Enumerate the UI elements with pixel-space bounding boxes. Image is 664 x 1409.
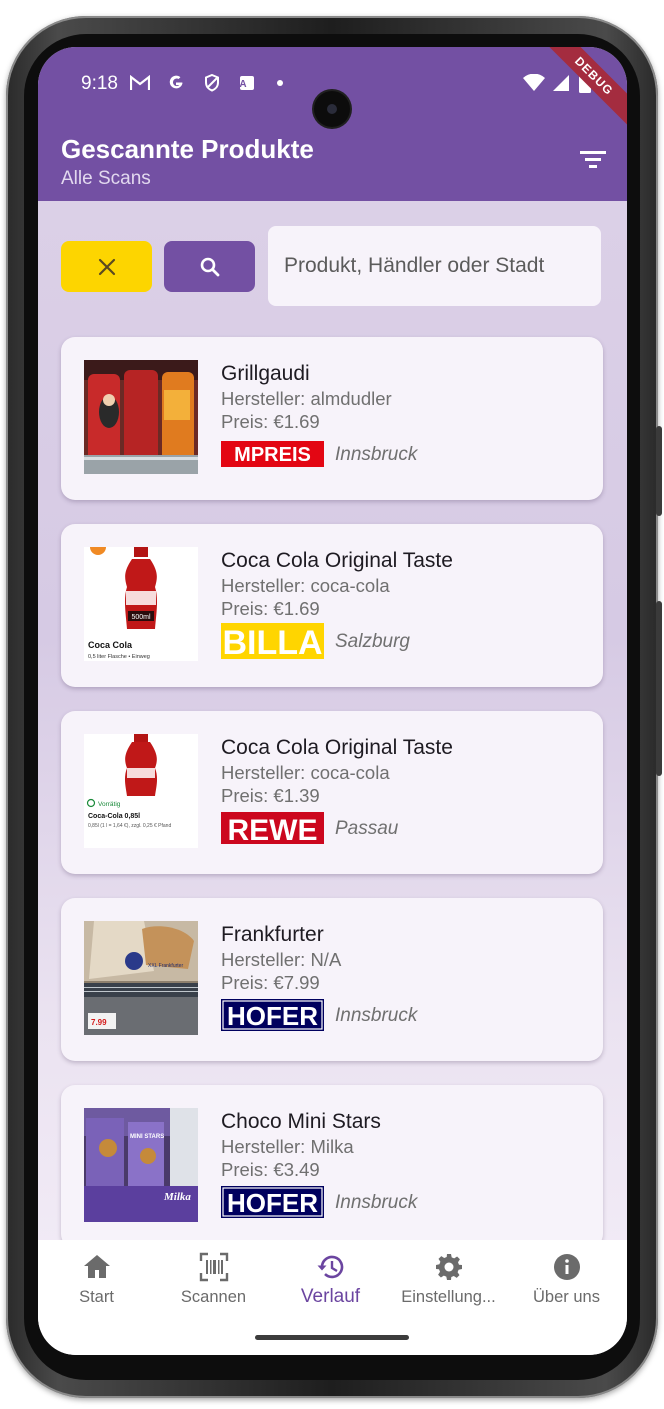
product-price: Preis: €1.39 xyxy=(221,785,320,806)
product-list: Grillgaudi Hersteller: almdudler Preis: … xyxy=(61,337,603,1272)
status-time: 9:18 xyxy=(81,73,118,94)
svg-text:HOFER: HOFER xyxy=(227,1001,318,1031)
front-camera xyxy=(314,91,350,127)
product-name: Coca Cola Original Taste xyxy=(221,736,453,759)
product-city: Innsbruck xyxy=(335,1005,418,1026)
svg-text:Vorrätig: Vorrätig xyxy=(98,801,121,808)
home-gesture-bar[interactable] xyxy=(255,1335,409,1340)
barcode-scan-icon xyxy=(199,1252,228,1282)
history-icon xyxy=(317,1255,343,1279)
shield-icon xyxy=(205,73,220,92)
svg-text:7.99: 7.99 xyxy=(91,1018,107,1027)
page-title: Gescannte Produkte xyxy=(61,134,314,164)
app-screen: 9:18 A DEBUG Gescannte Produkte Alle Sca… xyxy=(38,47,627,1355)
svg-text:MPREIS: MPREIS xyxy=(234,444,311,466)
signal-icon xyxy=(552,75,569,91)
status-bar: 9:18 A xyxy=(38,71,627,127)
nav-label: Verlauf xyxy=(300,1286,361,1307)
nav-einstellungen[interactable]: Einstellung... xyxy=(390,1252,507,1307)
nav-start[interactable]: Start xyxy=(38,1252,155,1307)
svg-text:BILLA: BILLA xyxy=(222,624,322,659)
billa-logo: BILLA xyxy=(221,623,324,659)
product-price: Preis: €3.49 xyxy=(221,1159,320,1180)
close-icon xyxy=(98,258,115,275)
google-icon xyxy=(169,75,183,89)
svg-text:Milka: Milka xyxy=(163,1191,191,1203)
info-icon xyxy=(553,1254,580,1280)
product-image: 500ml Coca Cola 0,5 liter Flasche • Einw… xyxy=(84,547,198,661)
product-image xyxy=(84,360,198,474)
app-bar: 9:18 A DEBUG Gescannte Produkte Alle Sca… xyxy=(38,47,627,201)
rewe-logo: REWE xyxy=(221,812,324,844)
svg-text:0,5 liter Flasche • Einweg: 0,5 liter Flasche • Einweg xyxy=(88,654,150,660)
mpreis-logo: MPREIS xyxy=(221,441,324,467)
product-city: Salzburg xyxy=(335,631,410,652)
product-name: Choco Mini Stars xyxy=(221,1110,381,1133)
product-price: Preis: €1.69 xyxy=(221,411,320,432)
nav-ueber-uns[interactable]: Über uns xyxy=(508,1252,625,1307)
bottom-navigation: Start Scannen Verlauf Einstellung... Übe… xyxy=(38,1240,627,1355)
svg-text:HOFER: HOFER xyxy=(227,1188,318,1218)
product-price: Preis: €7.99 xyxy=(221,972,320,993)
nav-label: Start xyxy=(79,1288,114,1306)
product-manufacturer: Hersteller: coca-cola xyxy=(221,762,390,783)
power-button xyxy=(656,601,662,776)
product-price: Preis: €1.69 xyxy=(221,598,320,619)
product-manufacturer: Hersteller: almdudler xyxy=(221,388,392,409)
search-icon xyxy=(200,257,219,276)
product-image: Vorrätig Coca-Cola 0,85l 0,85l (1 l = 1,… xyxy=(84,734,198,848)
search-button[interactable] xyxy=(164,241,255,292)
search-input[interactable] xyxy=(268,226,601,306)
svg-text:Coca-Cola 0,85l: Coca-Cola 0,85l xyxy=(88,813,140,820)
product-city: Innsbruck xyxy=(335,1192,418,1213)
hofer-logo: HOFER xyxy=(221,999,324,1031)
product-name: Coca Cola Original Taste xyxy=(221,549,453,572)
product-city: Passau xyxy=(335,818,399,839)
svg-text:A: A xyxy=(239,79,254,90)
status-notification-icons: A xyxy=(129,73,284,94)
nav-label: Über uns xyxy=(533,1288,600,1306)
wifi-icon xyxy=(522,73,545,91)
product-manufacturer: Hersteller: N/A xyxy=(221,949,342,970)
translate-icon: A xyxy=(239,76,255,90)
product-image: XXL Frankfurter 7.99 xyxy=(84,921,198,1035)
product-card[interactable]: MINI STARS Milka Choco Mini Stars Herste… xyxy=(61,1085,603,1248)
product-card[interactable]: 500ml Coca Cola 0,5 liter Flasche • Einw… xyxy=(61,524,603,687)
product-card[interactable]: XXL Frankfurter 7.99 Frankfurter Herstel… xyxy=(61,898,603,1061)
home-icon xyxy=(83,1255,110,1278)
svg-text:MINI STARS: MINI STARS xyxy=(130,1134,164,1140)
volume-button xyxy=(656,426,662,516)
clear-search-button[interactable] xyxy=(61,241,152,292)
page-subtitle: Alle Scans xyxy=(61,168,151,189)
svg-text:XXL Frankfurter: XXL Frankfurter xyxy=(148,963,183,969)
product-image: MINI STARS Milka xyxy=(84,1108,198,1222)
svg-text:REWE: REWE xyxy=(228,814,318,844)
gmail-icon xyxy=(129,74,151,90)
product-card[interactable]: Grillgaudi Hersteller: almdudler Preis: … xyxy=(61,337,603,500)
product-manufacturer: Hersteller: Milka xyxy=(221,1136,354,1157)
nav-label: Einstellung... xyxy=(401,1288,496,1306)
svg-text:0,85l (1 l = 1,64 €), zzgl. 0,: 0,85l (1 l = 1,64 €), zzgl. 0,25 € Pfand xyxy=(88,823,171,829)
svg-text:Coca Cola: Coca Cola xyxy=(88,640,133,650)
nav-verlauf[interactable]: Verlauf xyxy=(272,1252,389,1308)
settings-gear-icon xyxy=(435,1254,462,1280)
product-name: Grillgaudi xyxy=(221,362,310,385)
product-manufacturer: Hersteller: coca-cola xyxy=(221,575,390,596)
nav-scannen[interactable]: Scannen xyxy=(155,1252,272,1307)
filter-icon[interactable] xyxy=(579,147,607,171)
svg-text:500ml: 500ml xyxy=(131,614,151,621)
product-card[interactable]: Vorrätig Coca-Cola 0,85l 0,85l (1 l = 1,… xyxy=(61,711,603,874)
nav-label: Scannen xyxy=(180,1288,247,1306)
product-city: Innsbruck xyxy=(335,444,418,465)
dot-icon xyxy=(277,80,284,86)
product-name: Frankfurter xyxy=(221,923,324,946)
hofer-logo: HOFER xyxy=(221,1186,324,1218)
